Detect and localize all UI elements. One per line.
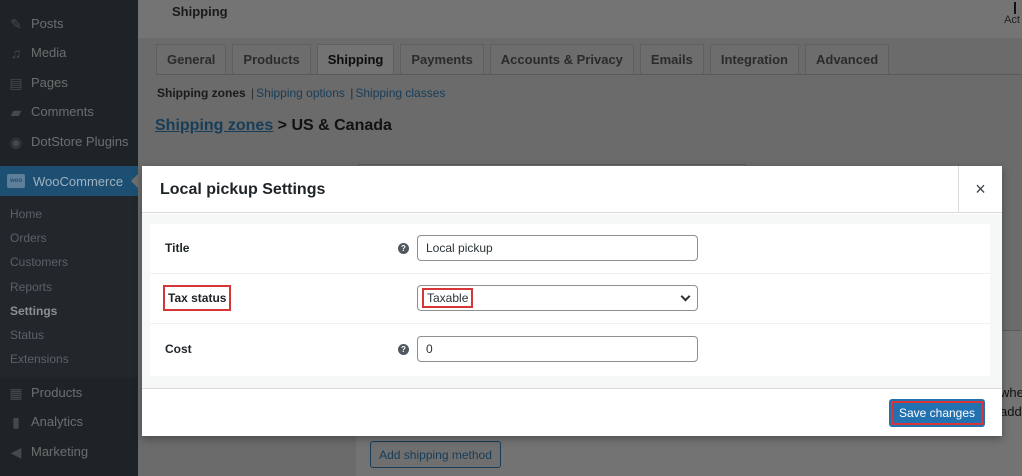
sidebar-item-pages[interactable]: ▤ Pages xyxy=(0,68,138,97)
background-text-line: whe xyxy=(1000,385,1022,400)
page-icon: ▤ xyxy=(9,74,23,91)
breadcrumb-shipping-zones-link[interactable]: Shipping zones xyxy=(155,117,273,134)
sidebar-item-label: Comments xyxy=(31,104,94,119)
tab-general[interactable]: General xyxy=(156,44,227,74)
tab-shipping[interactable]: Shipping xyxy=(316,44,395,74)
submenu-item-orders[interactable]: Orders xyxy=(10,231,47,245)
background-help-text: whe addre xyxy=(1000,383,1022,421)
modal-header: Local pickup Settings × xyxy=(142,166,1002,213)
cost-label: Cost xyxy=(165,342,192,356)
tab-integration[interactable]: Integration xyxy=(709,44,799,74)
add-shipping-method-button[interactable]: Add shipping method xyxy=(370,441,501,468)
megaphone-icon: ◀ xyxy=(10,443,22,460)
sidebar-item-label: Pages xyxy=(31,75,68,90)
submenu-item-settings[interactable]: Settings xyxy=(10,304,57,318)
breadcrumb-current: > US & Canada xyxy=(273,117,392,134)
tab-products[interactable]: Products xyxy=(232,44,311,74)
form-row-title: Title ? xyxy=(150,224,990,274)
activity-link[interactable]: Act xyxy=(1004,14,1020,26)
chevron-down-icon xyxy=(680,291,691,302)
sidebar-item-label: Products xyxy=(31,385,83,400)
sidebar-item-dotstore-plugins[interactable]: ◉ DotStore Plugins xyxy=(0,127,138,156)
sidebar-item-marketing[interactable]: ◀ Marketing xyxy=(0,437,138,466)
sidebar-item-label: Marketing xyxy=(31,444,89,459)
comment-icon: ▰ xyxy=(10,103,22,120)
page-title: Shipping xyxy=(172,4,228,19)
dotstore-icon: ◉ xyxy=(9,133,23,150)
settings-form: Title ? Tax status Taxable Cost ? xyxy=(150,224,990,376)
modal-footer: Save changes xyxy=(142,388,1002,436)
sidebar-item-label: Media xyxy=(31,45,67,60)
tab-emails[interactable]: Emails xyxy=(639,44,704,74)
sidebar-item-label: WooCommerce xyxy=(33,173,124,189)
tax-status-select[interactable]: Taxable xyxy=(417,285,698,311)
sidebar-item-products[interactable]: ▦ Products xyxy=(0,378,138,407)
save-changes-label: Save changes xyxy=(891,401,983,425)
tax-status-selected-value: Taxable xyxy=(422,288,474,308)
modal-title: Local pickup Settings xyxy=(160,181,326,198)
shipping-subnav: Shipping zones | Shipping options | Shippi… xyxy=(157,86,445,100)
tab-accounts-privacy[interactable]: Accounts & Privacy xyxy=(489,44,634,74)
analytics-icon: ▮ xyxy=(12,413,20,430)
help-icon[interactable]: ? xyxy=(398,344,409,355)
sidebar-item-woocommerce[interactable]: woo WooCommerce xyxy=(0,166,138,196)
sidebar-item-posts[interactable]: ✎ Posts xyxy=(0,9,138,38)
title-label: Title xyxy=(165,241,190,255)
help-icon[interactable]: ? xyxy=(398,243,409,254)
title-input[interactable] xyxy=(417,235,698,261)
subnav-separator: | xyxy=(350,86,354,100)
subnav-separator: | xyxy=(251,86,255,100)
sidebar-item-label: Posts xyxy=(31,16,64,31)
breadcrumb: Shipping zones > US & Canada xyxy=(155,117,392,135)
admin-sidebar: ✎ Posts ♫ Media ▤ Pages ▰ Comments ◉ Dot… xyxy=(0,0,138,476)
media-icon: ♫ xyxy=(10,44,22,61)
page-header: Shipping Act xyxy=(138,0,1022,38)
submenu-item-extensions[interactable]: Extensions xyxy=(10,352,69,366)
modal-body: Title ? Tax status Taxable Cost ? xyxy=(142,214,1002,388)
tax-status-label: Tax status xyxy=(163,285,232,311)
subnav-shipping-options[interactable]: Shipping options xyxy=(256,86,345,100)
settings-tabs: General Products Shipping Payments Accou… xyxy=(156,44,895,74)
submenu-item-home[interactable]: Home xyxy=(10,207,42,221)
sidebar-item-label: DotStore Plugins xyxy=(31,134,129,149)
subnav-shipping-zones[interactable]: Shipping zones xyxy=(157,86,246,100)
tab-payments[interactable]: Payments xyxy=(400,44,484,74)
close-button[interactable]: × xyxy=(958,166,1002,213)
sidebar-item-media[interactable]: ♫ Media xyxy=(0,38,138,67)
submenu-item-status[interactable]: Status xyxy=(10,328,44,342)
sidebar-item-label: Analytics xyxy=(31,414,84,429)
header-divider xyxy=(1014,2,1016,14)
woocommerce-icon: woo xyxy=(7,174,25,188)
save-changes-button[interactable]: Save changes xyxy=(889,399,985,427)
background-text-line: addre xyxy=(1000,404,1022,419)
submenu-item-reports[interactable]: Reports xyxy=(10,280,52,294)
close-icon: × xyxy=(975,179,986,199)
cost-input[interactable] xyxy=(417,336,698,362)
current-menu-arrow xyxy=(131,174,138,188)
submenu-item-customers[interactable]: Customers xyxy=(10,255,68,269)
archive-icon: ▦ xyxy=(9,384,23,401)
pin-icon: ✎ xyxy=(10,15,22,32)
form-row-cost: Cost ? xyxy=(150,325,990,375)
form-row-tax-status: Tax status Taxable xyxy=(150,274,990,324)
local-pickup-settings-modal: Local pickup Settings × Title ? Tax stat… xyxy=(142,166,1002,436)
subnav-shipping-classes[interactable]: Shipping classes xyxy=(355,86,445,100)
sidebar-item-analytics[interactable]: ▮ Analytics xyxy=(0,407,138,436)
sidebar-item-comments[interactable]: ▰ Comments xyxy=(0,97,138,126)
tab-advanced[interactable]: Advanced xyxy=(805,44,890,74)
tabs-divider xyxy=(156,74,1022,75)
